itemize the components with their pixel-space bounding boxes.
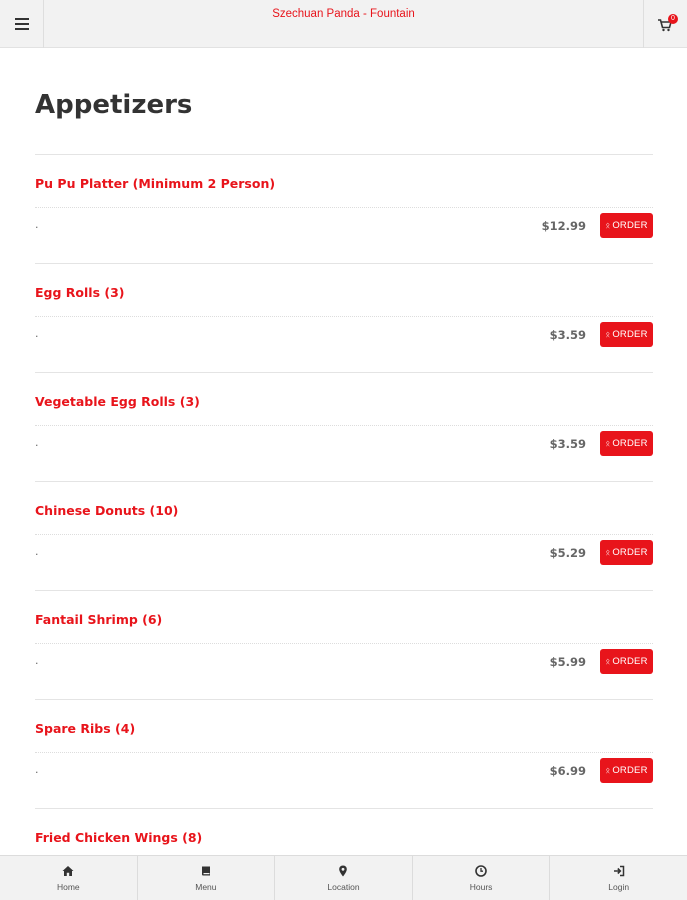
cart-count-badge: 0	[668, 14, 678, 24]
item-description: .	[35, 327, 39, 340]
item-name[interactable]: Chinese Donuts (10)	[35, 503, 178, 518]
menu-item: Fantail Shrimp (6) . $5.99 ᛟ ORDER	[35, 591, 653, 700]
order-label: ORDER	[612, 438, 648, 449]
cutlery-icon: ᛟ	[605, 657, 611, 666]
menu-item: Chinese Donuts (10) . $5.29 ᛟ ORDER	[35, 482, 653, 591]
restaurant-title: Szechuan Panda - Fountain	[272, 8, 415, 20]
item-divider	[35, 534, 653, 535]
page-title: Appetizers	[35, 90, 193, 120]
nav-label: Home	[56, 882, 80, 892]
item-description: .	[35, 654, 39, 667]
menu-items-list: Pu Pu Platter (Minimum 2 Person) . $12.9…	[35, 155, 653, 900]
item-description: .	[35, 763, 39, 776]
order-button[interactable]: ᛟ ORDER	[600, 540, 653, 565]
menu-item: Pu Pu Platter (Minimum 2 Person) . $12.9…	[35, 155, 653, 264]
item-name[interactable]: Fried Chicken Wings (8)	[35, 830, 202, 845]
item-name[interactable]: Vegetable Egg Rolls (3)	[35, 394, 200, 409]
nav-location[interactable]: Location	[275, 856, 413, 900]
order-label: ORDER	[612, 329, 648, 340]
order-label: ORDER	[612, 220, 648, 231]
cutlery-icon: ᛟ	[605, 439, 611, 448]
login-icon	[613, 865, 624, 877]
item-price: $5.99	[549, 655, 586, 669]
item-name[interactable]: Egg Rolls (3)	[35, 285, 124, 300]
order-label: ORDER	[612, 547, 648, 558]
nav-menu[interactable]: Menu	[138, 856, 276, 900]
home-icon	[62, 866, 74, 876]
order-button[interactable]: ᛟ ORDER	[600, 758, 653, 783]
nav-label: Location	[327, 882, 360, 892]
cart-button[interactable]: 0	[643, 0, 687, 48]
cutlery-icon: ᛟ	[605, 766, 611, 775]
item-divider	[35, 316, 653, 317]
menu-item: Egg Rolls (3) . $3.59 ᛟ ORDER	[35, 264, 653, 373]
order-label: ORDER	[612, 765, 648, 776]
menu-item: Spare Ribs (4) . $6.99 ᛟ ORDER	[35, 700, 653, 809]
item-name[interactable]: Spare Ribs (4)	[35, 721, 135, 736]
item-price: $12.99	[541, 219, 586, 233]
nav-label: Hours	[469, 882, 493, 892]
item-description: .	[35, 436, 39, 449]
bottom-nav: Home Menu Location Hours Login	[0, 855, 687, 900]
order-button[interactable]: ᛟ ORDER	[600, 431, 653, 456]
item-divider	[35, 643, 653, 644]
item-divider	[35, 425, 653, 426]
top-bar: Szechuan Panda - Fountain 0	[0, 0, 687, 48]
order-label: ORDER	[612, 656, 648, 667]
book-icon	[201, 866, 210, 876]
item-price: $6.99	[549, 764, 586, 778]
nav-home[interactable]: Home	[0, 856, 138, 900]
order-button[interactable]: ᛟ ORDER	[600, 322, 653, 347]
order-button[interactable]: ᛟ ORDER	[600, 213, 653, 238]
cutlery-icon: ᛟ	[605, 330, 611, 339]
item-price: $3.59	[549, 437, 586, 451]
item-divider	[35, 207, 653, 208]
item-price: $5.29	[549, 546, 586, 560]
clock-icon	[475, 865, 487, 877]
nav-label: Menu	[195, 882, 217, 892]
item-description: .	[35, 218, 39, 231]
nav-hours[interactable]: Hours	[413, 856, 551, 900]
map-pin-icon	[339, 865, 348, 877]
item-price: $3.59	[549, 328, 586, 342]
cutlery-icon: ᛟ	[605, 548, 611, 557]
nav-login[interactable]: Login	[550, 856, 687, 900]
item-description: .	[35, 545, 39, 558]
nav-label: Login	[608, 882, 630, 892]
item-divider	[35, 752, 653, 753]
menu-item: Vegetable Egg Rolls (3) . $3.59 ᛟ ORDER	[35, 373, 653, 482]
item-name[interactable]: Pu Pu Platter (Minimum 2 Person)	[35, 176, 275, 191]
order-button[interactable]: ᛟ ORDER	[600, 649, 653, 674]
item-name[interactable]: Fantail Shrimp (6)	[35, 612, 162, 627]
cutlery-icon: ᛟ	[605, 221, 611, 230]
